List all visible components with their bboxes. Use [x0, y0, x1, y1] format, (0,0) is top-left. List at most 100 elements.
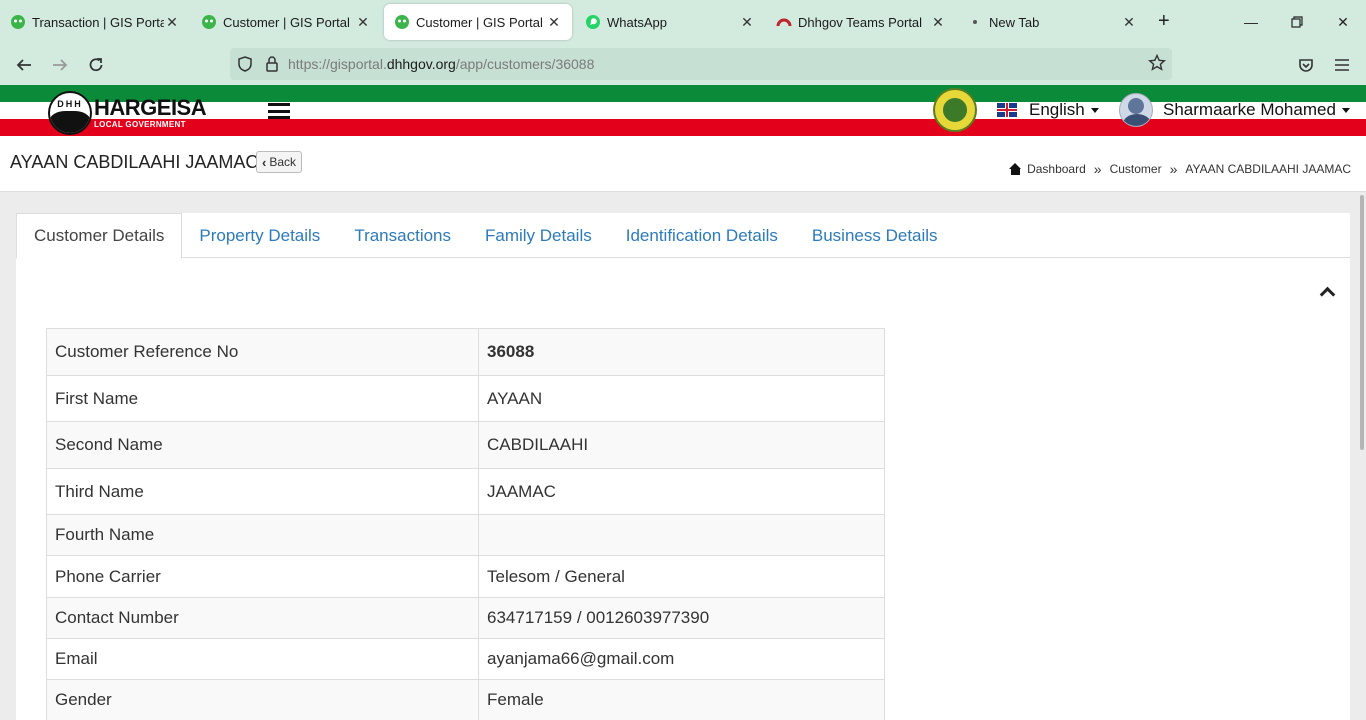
user-name: Sharmaarke Mohamed — [1163, 100, 1336, 119]
row-value: AYAAN — [478, 375, 885, 422]
back-button-label: Back — [269, 155, 297, 169]
hargeisa-logo[interactable]: DHH HARGEISA LOCAL GOVERNMENT — [48, 91, 207, 135]
row-label: Phone Carrier — [46, 555, 479, 598]
browser-tab-whatsapp[interactable]: WhatsApp ✕ — [575, 4, 765, 40]
avatar — [1119, 93, 1153, 127]
menu-icon[interactable] — [1331, 54, 1353, 76]
restore-icon[interactable] — [1287, 12, 1307, 32]
shield-icon[interactable] — [236, 55, 254, 73]
browser-tab-new[interactable]: New Tab ✕ — [957, 4, 1147, 40]
home-icon — [1009, 163, 1022, 175]
back-arrow-icon[interactable] — [13, 54, 35, 76]
browser-tab-bar: Transaction | GIS Portal ✕ Customer | GI… — [0, 0, 1366, 44]
logo-emblem-icon: DHH — [48, 91, 92, 135]
browser-tab-customer-active[interactable]: Customer | GIS Portal ✕ — [384, 4, 572, 40]
bookmark-star-icon[interactable] — [1148, 54, 1166, 72]
browser-tab-teams[interactable]: Dhhgov Teams Portal ✕ — [766, 4, 956, 40]
row-label: Fourth Name — [46, 514, 479, 556]
url-text[interactable]: https://gisportal.dhhgov.org/app/custome… — [288, 56, 594, 72]
address-bar[interactable]: https://gisportal.dhhgov.org/app/custome… — [230, 48, 1172, 80]
breadcrumb-current: AYAAN CABDILAAHI JAAMAC — [1185, 162, 1351, 176]
browser-tab-transaction[interactable]: Transaction | GIS Portal ✕ — [0, 4, 190, 40]
browser-tab-title: Transaction | GIS Portal — [32, 14, 164, 30]
tab-customer-details[interactable]: Customer Details — [16, 213, 183, 259]
forward-arrow-icon[interactable] — [49, 54, 71, 76]
customer-tabs: Customer Details Property Details Transa… — [16, 213, 1350, 259]
row-label: Gender — [46, 679, 479, 720]
reload-icon[interactable] — [85, 54, 107, 76]
row-label: Customer Reference No — [46, 328, 479, 376]
row-value: Female — [478, 679, 885, 720]
browser-tab-title: New Tab — [989, 14, 1040, 30]
row-value: 36088 — [478, 328, 885, 376]
chevron-down-icon — [1090, 107, 1099, 113]
row-value — [478, 514, 885, 556]
close-icon[interactable]: ✕ — [355, 14, 371, 30]
table-row: Second Name CABDILAAHI — [46, 421, 885, 469]
row-value: JAAMAC — [478, 468, 885, 515]
close-icon[interactable]: ✕ — [930, 14, 946, 30]
row-label: Second Name — [46, 421, 479, 469]
browser-tab-title: Dhhgov Teams Portal — [798, 14, 923, 30]
breadcrumb-separator: » — [1093, 161, 1102, 177]
close-icon[interactable]: ✕ — [164, 14, 180, 30]
logo-text: HARGEISA — [94, 95, 207, 120]
page-title-bar: AYAAN CABDILAAHI JAAMAC ‹ Back Dashboard… — [0, 136, 1366, 192]
row-label: Third Name — [46, 468, 479, 515]
language-label: English — [1029, 100, 1085, 119]
window-close-icon[interactable]: ✕ — [1333, 12, 1353, 32]
url-host: dhhgov.org — [386, 56, 456, 72]
table-row: First Name AYAAN — [46, 375, 885, 422]
customer-panel: Customer Details Property Details Transa… — [16, 213, 1350, 720]
user-menu[interactable]: Sharmaarke Mohamed — [1119, 93, 1350, 127]
dot-icon — [967, 14, 983, 30]
customer-details-table: Customer Reference No 36088 First Name A… — [46, 328, 885, 720]
table-row: Third Name JAAMAC — [46, 468, 885, 515]
row-label: First Name — [46, 375, 479, 422]
tab-family-details[interactable]: Family Details — [468, 213, 609, 258]
chevron-down-icon — [1341, 107, 1350, 113]
url-prefix: https://gisportal. — [288, 56, 387, 72]
page-title: AYAAN CABDILAAHI JAAMAC — [10, 152, 259, 172]
somaliland-emblem-icon — [933, 88, 977, 132]
tab-transactions[interactable]: Transactions — [337, 213, 468, 258]
row-value: Telesom / General — [478, 555, 885, 598]
close-icon[interactable]: ✕ — [1121, 14, 1137, 30]
row-value: ayanjama66@gmail.com — [478, 638, 885, 680]
gis-icon — [201, 14, 217, 30]
close-icon[interactable]: ✕ — [739, 14, 755, 30]
language-selector[interactable]: English — [997, 100, 1099, 120]
browser-tab-title: WhatsApp — [607, 14, 667, 30]
logo-subtext: LOCAL GOVERNMENT — [94, 120, 186, 129]
breadcrumb-separator: » — [1169, 161, 1178, 177]
table-row: Gender Female — [46, 679, 885, 720]
new-tab-icon[interactable]: + — [1158, 10, 1170, 33]
pocket-icon[interactable] — [1295, 54, 1317, 76]
breadcrumb-dashboard[interactable]: Dashboard — [1027, 162, 1086, 176]
browser-tab-customer[interactable]: Customer | GIS Portal ✕ — [191, 4, 381, 40]
url-path: /app/customers/36088 — [455, 56, 595, 72]
minimize-icon[interactable]: — — [1241, 12, 1261, 32]
back-button[interactable]: ‹ Back — [256, 151, 303, 173]
row-value: 634717159 / 0012603977390 — [478, 597, 885, 639]
gis-icon — [394, 14, 410, 30]
row-label: Email — [46, 638, 479, 680]
logo-initials: DHH — [57, 99, 83, 109]
browser-tab-title: Customer | GIS Portal — [223, 14, 350, 30]
lock-icon[interactable] — [264, 55, 280, 73]
tab-property-details[interactable]: Property Details — [182, 213, 337, 258]
teams-icon — [776, 14, 792, 30]
chevron-left-icon: ‹ — [262, 154, 267, 170]
browser-nav-bar: https://gisportal.dhhgov.org/app/custome… — [0, 44, 1366, 85]
row-value: CABDILAAHI — [478, 421, 885, 469]
tab-identification-details[interactable]: Identification Details — [609, 213, 795, 258]
breadcrumb: Dashboard » Customer » AYAAN CABDILAAHI … — [1009, 161, 1351, 177]
gis-icon — [10, 14, 26, 30]
breadcrumb-customer[interactable]: Customer — [1110, 162, 1162, 176]
app-header: DHH HARGEISA LOCAL GOVERNMENT English Sh… — [0, 85, 1366, 136]
close-icon[interactable]: ✕ — [546, 14, 562, 30]
hamburger-menu-icon[interactable] — [268, 103, 290, 119]
tab-business-details[interactable]: Business Details — [795, 213, 955, 258]
chevron-up-icon[interactable] — [1319, 284, 1335, 300]
page-scrollbar[interactable] — [1360, 195, 1364, 450]
